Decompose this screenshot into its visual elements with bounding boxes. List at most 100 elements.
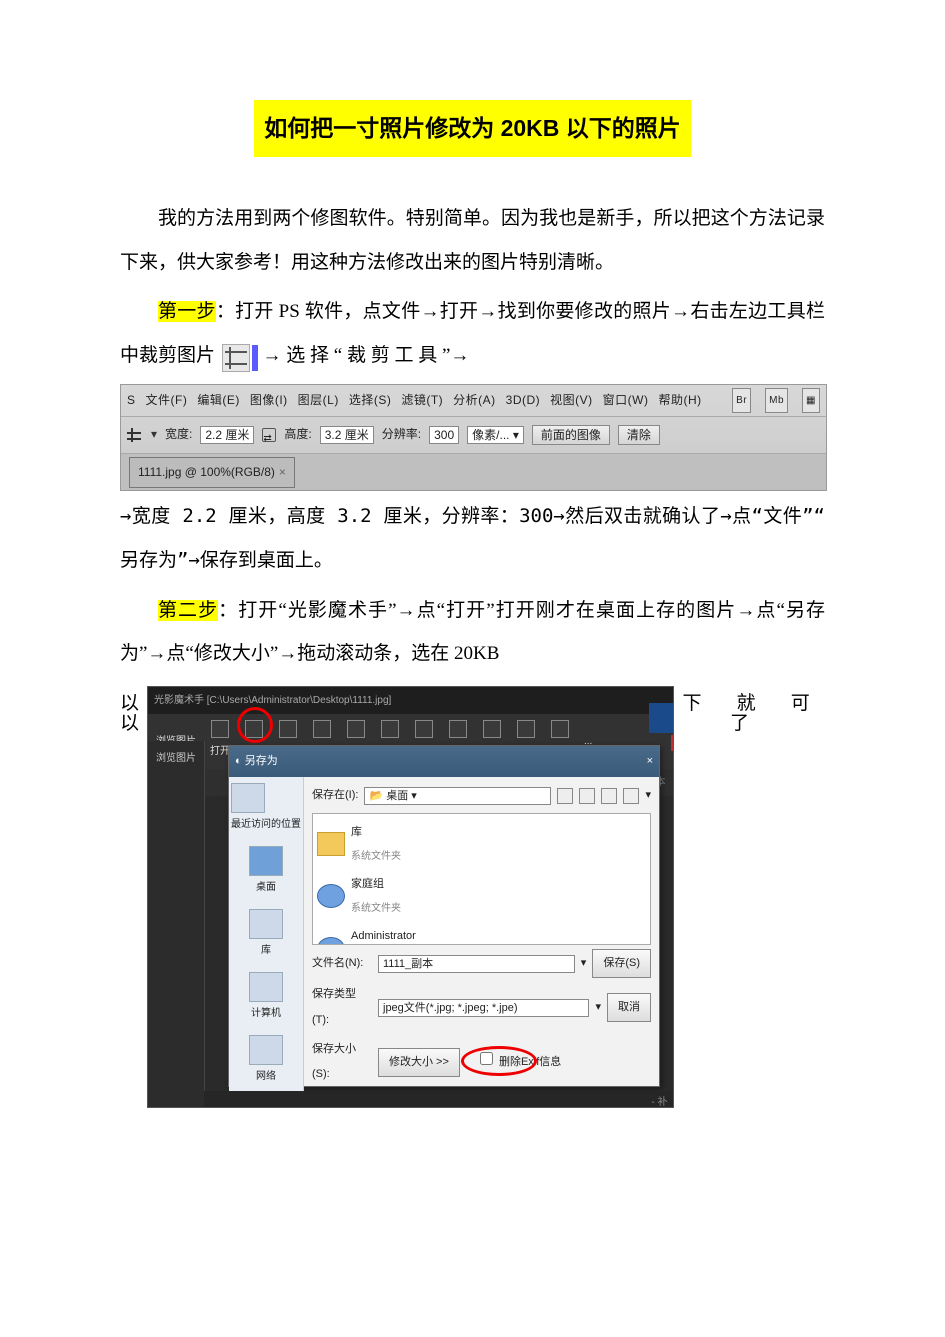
step1-paragraph-a: 第一步：打开 PS 软件，点文件→打开→找到你要修改的照片→右击左边工具栏中裁剪…: [120, 290, 825, 377]
status-bar: - 补: [204, 1091, 673, 1107]
crop-icon-handle: [252, 345, 258, 371]
dialog-title: 另存为: [245, 755, 278, 767]
computer-icon[interactable]: [249, 972, 283, 1002]
height-label: 高度:: [284, 421, 311, 449]
crop-tool-icon[interactable]: [127, 428, 141, 442]
ps-menu-item[interactable]: 图层(L): [298, 387, 339, 415]
rotate-icon: [381, 720, 399, 738]
width-label: 宽度:: [165, 421, 192, 449]
ps-mini-button[interactable]: Br: [732, 388, 751, 413]
ps-menu-item[interactable]: 滤镜(T): [401, 387, 443, 415]
document-tab-label: 1111.jpg @ 100%(RGB/8): [138, 459, 275, 487]
file-list[interactable]: 库系统文件夹 家庭组系统文件夹 Administrator系统文件夹 计算机系统…: [312, 813, 651, 945]
network-icon[interactable]: [249, 1035, 283, 1065]
crop-icon: [222, 344, 250, 372]
neo-left-sidebar: 浏览图片: [148, 741, 205, 1107]
dialog-titlebar: ◐ 另存为 ×: [229, 746, 659, 777]
back-icon[interactable]: [557, 788, 573, 804]
wrap-left-2: 以: [120, 702, 139, 746]
folder-icon: [317, 832, 345, 856]
neoimaging-screenshot: 光影魔术手 [C:\Users\Administrator\Desktop\11…: [147, 686, 674, 1108]
material-icon: [415, 720, 433, 738]
places-label: 网络: [249, 1065, 283, 1088]
open-button[interactable]: 打开: [210, 720, 230, 763]
clear-button[interactable]: 清除: [618, 425, 660, 445]
desktop-icon[interactable]: [249, 846, 283, 876]
open-icon: [211, 720, 229, 738]
height-field[interactable]: 3.2 厘米: [320, 426, 374, 444]
ps-menu-item[interactable]: S: [127, 387, 136, 415]
size-label: 保存大小(S):: [312, 1037, 372, 1088]
annotation-circle: [461, 1046, 537, 1076]
close-icon[interactable]: ×: [647, 749, 653, 774]
filename-field[interactable]: 1111_副本: [378, 955, 575, 973]
ps-menu-bar: S 文件(F) 编辑(E) 图像(I) 图层(L) 选择(S) 滤镜(T) 分析…: [121, 385, 826, 418]
wrap-right-2: 了: [730, 702, 825, 746]
savein-combo[interactable]: 📂 桌面 ▾: [364, 787, 551, 805]
savein-label: 保存在(I):: [312, 783, 358, 808]
modify-size-button[interactable]: 修改大小 >>: [378, 1048, 460, 1077]
resolution-field[interactable]: 300: [429, 426, 459, 444]
save-icon: [245, 720, 263, 738]
ps-menu-item[interactable]: 窗口(W): [603, 387, 649, 415]
dropdown-arrow-icon[interactable]: ▾: [151, 421, 157, 449]
recent-places-icon[interactable]: [231, 783, 265, 813]
step2-text: ：打开“光影魔术手”→点“打开”打开刚才在桌面上存的图片→点“另存为”→点“修改…: [120, 600, 825, 665]
places-label: 计算机: [249, 1002, 283, 1025]
file-item[interactable]: Administrator系统文件夹: [317, 922, 646, 945]
step2-paragraph: 第二步：打开“光影魔术手”→点“打开”打开刚才在桌面上存的图片→点“另存为”→点…: [120, 589, 825, 676]
intro-paragraph: 我的方法用到两个修图软件。特别简单。因为我也是新手，所以把这个方法记录下来，供大…: [120, 197, 825, 284]
type-combo[interactable]: jpeg文件(*.jpg; *.jpeg; *.jpe): [378, 999, 589, 1017]
puzzle-icon: [483, 720, 501, 738]
ps-menu-item[interactable]: 3D(D): [506, 387, 541, 415]
globe-icon: ◐: [235, 755, 242, 767]
photoshop-toolbar-screenshot: S 文件(F) 编辑(E) 图像(I) 图层(L) 选择(S) 滤镜(T) 分析…: [120, 384, 827, 492]
dialog-close-x[interactable]: ×: [671, 735, 674, 751]
save-as-dialog: ◐ 另存为 × 最近访问的位置 桌面 库 计算机 网络 保存在(I): 📂: [228, 745, 660, 1087]
step1-label: 第一步: [158, 301, 216, 322]
width-field[interactable]: 2.2 厘米: [200, 426, 254, 444]
doc-title: 如何把一寸照片修改为 20KB 以下的照片: [254, 100, 691, 157]
ps-menu-item[interactable]: 帮助(H): [659, 387, 702, 415]
step2-label: 第二步: [158, 600, 218, 621]
ps-menu-item[interactable]: 选择(S): [349, 387, 392, 415]
ps-menu-item[interactable]: 文件(F): [146, 387, 188, 415]
swap-icon[interactable]: [262, 428, 276, 442]
brush-icon: [551, 720, 569, 738]
newfolder-icon[interactable]: [601, 788, 617, 804]
places-bar: 最近访问的位置 桌面 库 计算机 网络: [229, 777, 304, 1095]
neo-titlebar: 光影魔术手 [C:\Users\Administrator\Desktop\11…: [148, 687, 673, 714]
title-wrap: 如何把一寸照片修改为 20KB 以下的照片: [120, 100, 825, 157]
close-icon[interactable]: ×: [279, 459, 286, 487]
ps-menu-item[interactable]: 编辑(E): [197, 387, 240, 415]
places-label: 库: [249, 939, 283, 962]
step1-text-b: → 选 择 “ 裁 剪 工 具 ”→: [263, 345, 470, 366]
file-item[interactable]: 家庭组系统文件夹: [317, 870, 646, 922]
size-icon: [313, 720, 331, 738]
libraries-icon[interactable]: [249, 909, 283, 939]
file-item[interactable]: 库系统文件夹: [317, 818, 646, 870]
ps-mini-button[interactable]: ▦: [802, 388, 820, 413]
views-icon[interactable]: [623, 788, 639, 804]
ps-menu-item[interactable]: 视图(V): [550, 387, 593, 415]
ps-menu-item[interactable]: 分析(A): [453, 387, 496, 415]
ps-menu-item[interactable]: 图像(I): [250, 387, 288, 415]
template-icon: [517, 720, 535, 738]
right-panel-strip: [649, 703, 673, 733]
ps-options-bar: ▾ 宽度: 2.2 厘米 高度: 3.2 厘米 分辨率: 300 像素/... …: [121, 417, 826, 454]
cancel-button[interactable]: 取消: [607, 993, 651, 1022]
step1-paragraph-c: →宽度 2.2 厘米，高度 3.2 厘米，分辨率：300→然后双击就确认了→点“…: [120, 495, 825, 582]
homegroup-icon: [317, 884, 345, 908]
up-icon[interactable]: [579, 788, 595, 804]
front-image-button[interactable]: 前面的图像: [532, 425, 610, 445]
document-tab[interactable]: 1111.jpg @ 100%(RGB/8) ×: [129, 457, 295, 489]
save-button[interactable]: 保存(S): [592, 949, 651, 978]
ps-mini-button[interactable]: Mb: [765, 388, 788, 413]
type-label: 保存类型(T):: [312, 982, 372, 1033]
sidebar-label[interactable]: 浏览图片: [156, 747, 196, 770]
places-label: 桌面: [249, 876, 283, 899]
crop-icon: [347, 720, 365, 738]
places-label: 最近访问的位置: [231, 813, 301, 836]
resolution-label: 分辨率:: [382, 421, 421, 449]
resolution-unit-field[interactable]: 像素/... ▾: [467, 426, 524, 444]
